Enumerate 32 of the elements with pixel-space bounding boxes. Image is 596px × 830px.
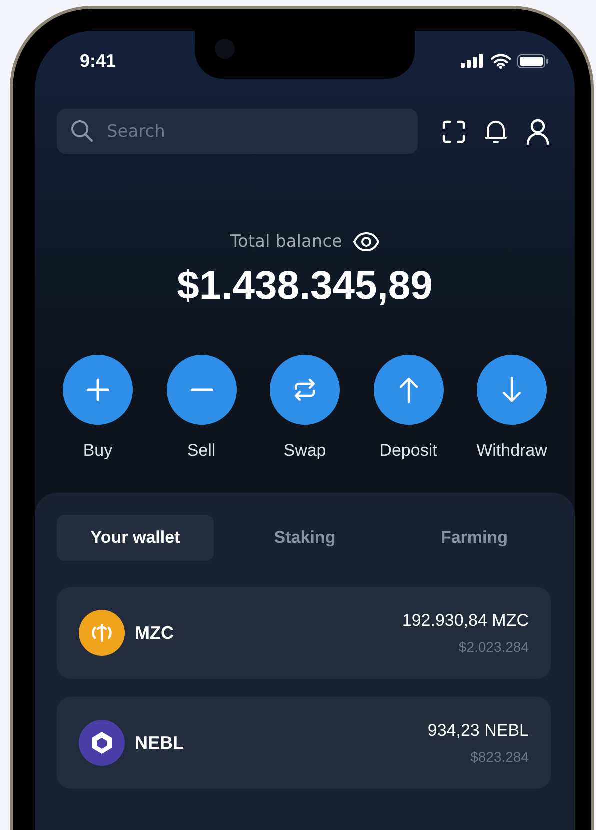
scan-icon[interactable] <box>442 120 466 144</box>
minus-icon <box>190 388 214 392</box>
asset-row[interactable]: NEBL 934,23 NEBL $823.284 <box>57 697 551 789</box>
balance-amount: $1.438.345,89 <box>177 264 433 309</box>
search-field[interactable]: Search <box>57 109 418 154</box>
asset-amount: 192.930,84 MZC <box>402 611 529 631</box>
action-label: Sell <box>187 441 216 461</box>
action-label: Deposit <box>380 441 438 461</box>
asset-symbol: NEBL <box>135 732 184 754</box>
asset-value: $2.023.284 <box>458 639 529 655</box>
asset-row[interactable]: MZC 192.930,84 MZC $2.023.284 <box>57 587 551 679</box>
notification-bell-icon[interactable] <box>484 119 508 144</box>
swap-icon <box>293 378 317 402</box>
balance-label: Total balance <box>230 232 343 252</box>
tab[interactable]: Farming <box>396 515 553 561</box>
plus-icon <box>86 378 110 402</box>
arrow-down-icon <box>502 377 522 403</box>
tab[interactable]: Your wallet <box>57 515 214 561</box>
asset-symbol: MZC <box>135 622 174 644</box>
arrow-up-icon <box>398 377 418 403</box>
status-time: 9:41 <box>80 50 116 72</box>
battery-icon <box>517 54 549 68</box>
eye-icon[interactable] <box>352 232 380 252</box>
action-label: Swap <box>284 441 326 461</box>
wifi-icon <box>491 54 511 68</box>
action-label: Buy <box>83 441 113 461</box>
action-label: Withdraw <box>476 441 548 461</box>
asset-value: $823.284 <box>470 749 529 765</box>
tab[interactable]: Staking <box>226 515 384 561</box>
signal-icon <box>461 54 485 68</box>
profile-icon[interactable] <box>526 118 550 144</box>
asset-amount: 934,23 NEBL <box>428 721 529 741</box>
